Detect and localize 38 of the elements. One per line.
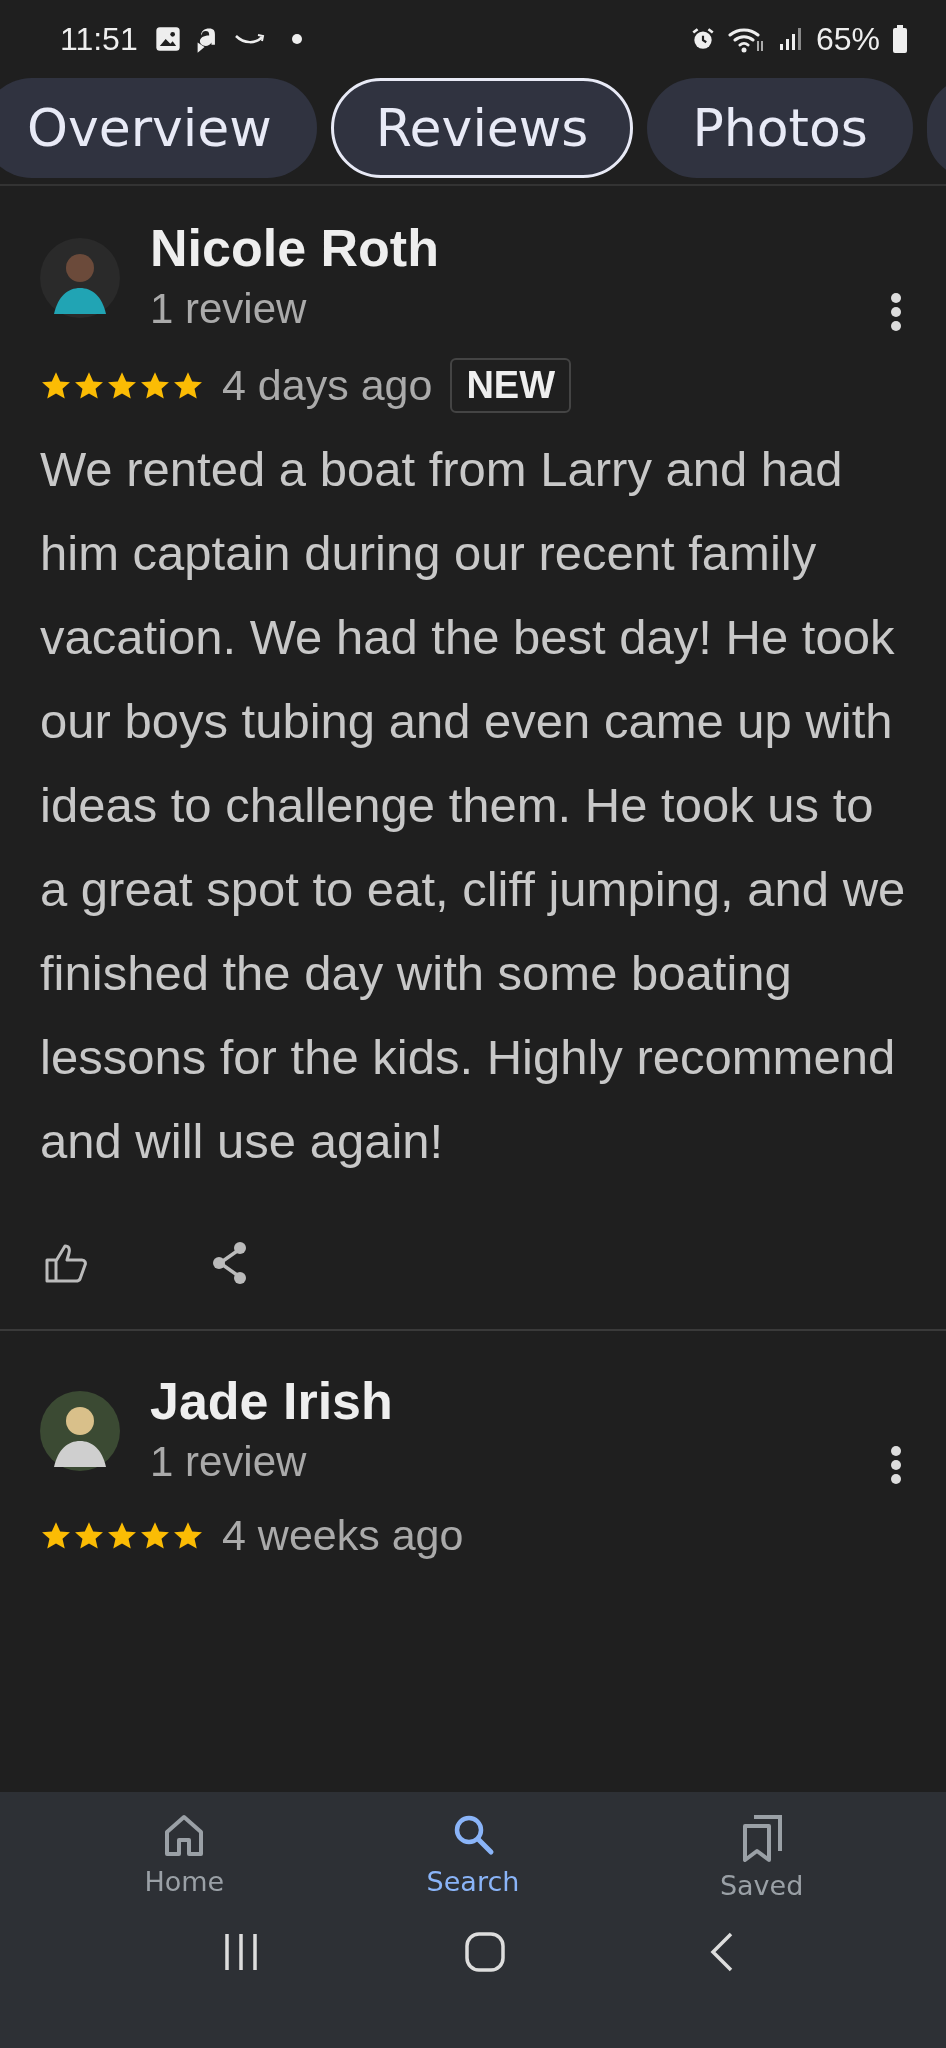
star-icon	[172, 1520, 204, 1551]
notification-dot-icon	[291, 34, 302, 44]
nav-item[interactable]: Search	[373, 1812, 573, 1901]
review-text: We rented a boat from Larry and had him captain during our recent family vacation. We had the best day! He took our boys tubing and even came up with ideas to challenge them. He took us to a great spot to eat, cliff jumping, and we finished the day with some boating lessons for the kids. Highly recommend and will use again!	[40, 441, 906, 1170]
review-date: 4 weeks ago	[222, 1511, 464, 1560]
star-icon	[73, 370, 105, 401]
avatar-icon	[40, 1391, 120, 1471]
star-icon	[40, 1520, 72, 1551]
more-options-icon[interactable]	[890, 1445, 902, 1485]
star-icon	[139, 1520, 171, 1551]
smile-arrow-icon	[233, 32, 266, 46]
star-icon	[172, 370, 204, 401]
tab[interactable]: Overview	[0, 78, 317, 178]
tab[interactable]: Photos	[647, 78, 913, 178]
thumbs-up-icon[interactable]	[44, 1242, 90, 1284]
nav-item[interactable]: Saved	[661, 1812, 862, 1901]
battery-icon	[892, 25, 908, 53]
star-icon	[73, 1520, 105, 1551]
home-button-icon[interactable]	[464, 1931, 506, 1973]
review-count: 1 review	[150, 1437, 308, 1487]
star-icon	[139, 370, 171, 401]
reviewer-name[interactable]: Nicole Roth	[150, 216, 890, 280]
tab[interactable]: Reviews	[330, 78, 634, 178]
review-date: 4 days ago	[222, 361, 433, 410]
back-icon[interactable]	[708, 1931, 735, 1973]
star-icon	[40, 370, 72, 401]
status-time: 11:51	[60, 20, 138, 58]
nav-item[interactable]: Home	[84, 1812, 285, 1901]
star-icon	[106, 1520, 138, 1551]
star-icon	[106, 370, 138, 401]
signal-icon	[777, 26, 804, 52]
reviewer-name[interactable]: Jade Irish	[150, 1369, 890, 1433]
image-icon	[153, 25, 182, 53]
more-options-icon[interactable]	[890, 292, 902, 332]
avatar-icon	[40, 238, 120, 318]
battery-percent: 65%	[815, 20, 880, 58]
review-count: 1 review	[150, 284, 308, 334]
new-badge: NEW	[450, 358, 572, 413]
